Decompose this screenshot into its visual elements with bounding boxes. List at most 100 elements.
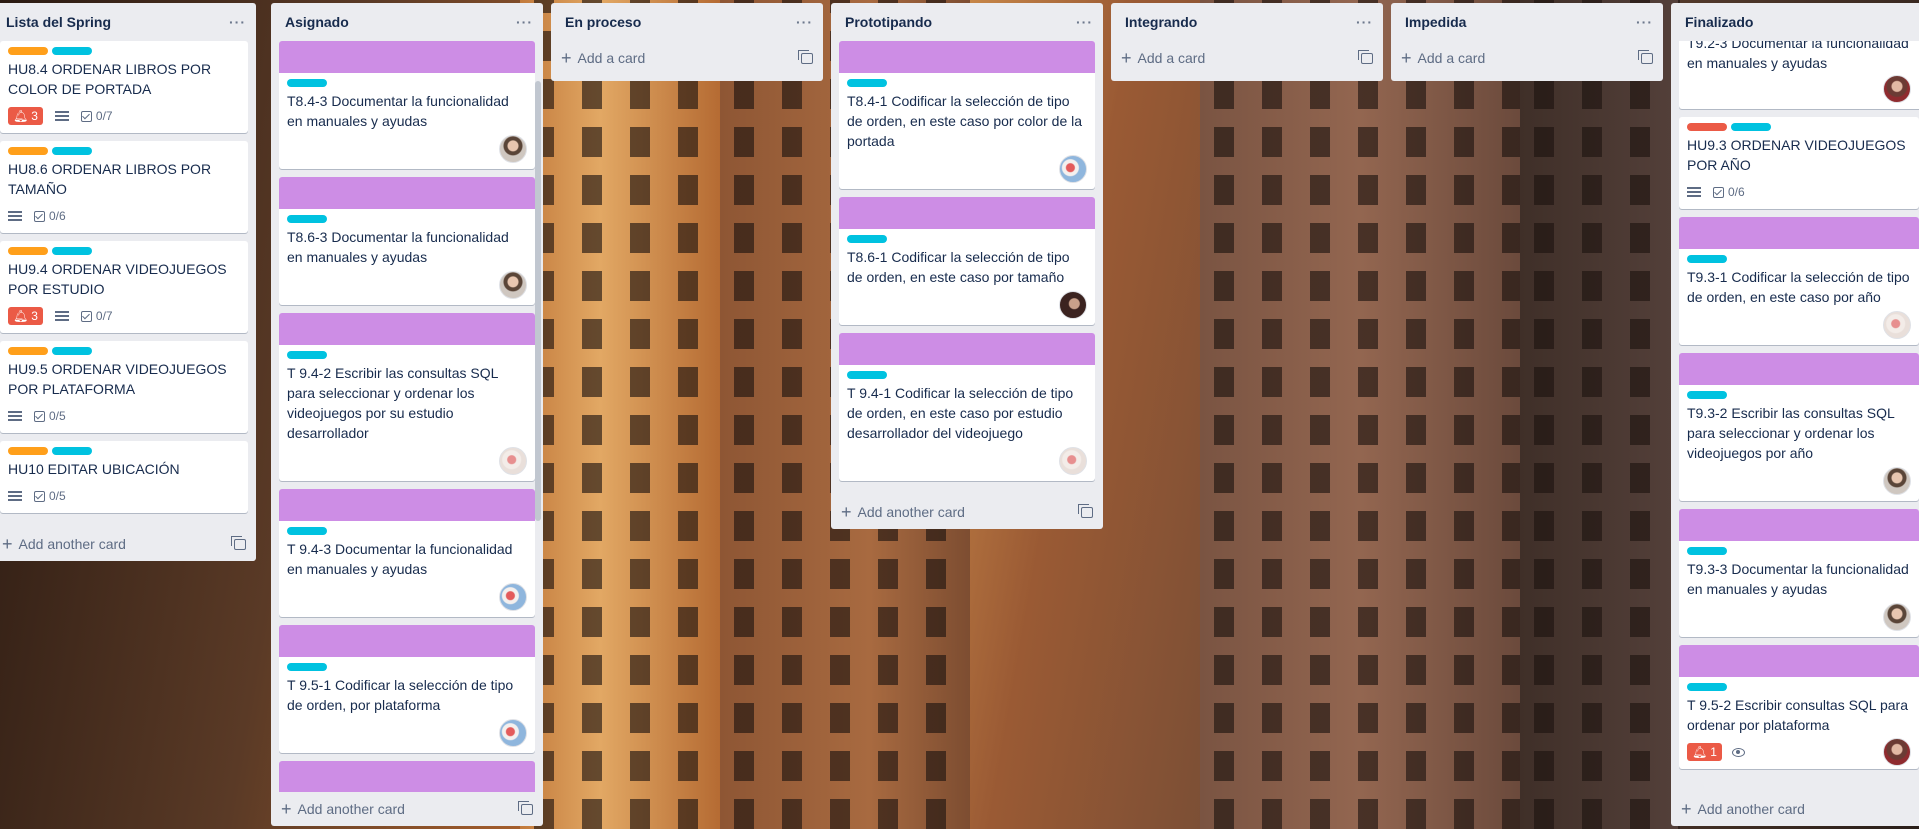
menu-dots-icon[interactable]: ··· <box>796 14 813 30</box>
label-orange[interactable] <box>8 347 48 355</box>
card-title: HU9.4 ORDENAR VIDEOJUEGOS POR ESTUDIO <box>8 261 227 297</box>
menu-dots-icon[interactable]: ··· <box>516 14 533 30</box>
card-cover <box>1679 509 1919 541</box>
menu-dots-icon[interactable]: ··· <box>1636 14 1653 30</box>
card[interactable]: HU9.3 ORDENAR VIDEOJUEGOS POR AÑO 0/6 <box>1679 117 1919 209</box>
label-sky[interactable] <box>287 527 327 535</box>
label-sky[interactable] <box>847 235 887 243</box>
label-red[interactable] <box>1687 123 1727 131</box>
card[interactable]: T 9.4-1 Codificar la selección de tipo d… <box>839 333 1095 481</box>
card[interactable]: T8.6-1 Codificar la selección de tipo de… <box>839 197 1095 325</box>
add-card-button[interactable]: + Add another card <box>831 495 1103 529</box>
label-sky[interactable] <box>287 79 327 87</box>
card[interactable]: T9.2-3 Documentar la funcionalidad en ma… <box>1679 41 1919 109</box>
card[interactable]: T8.4-3 Documentar la funcionalidad en ma… <box>279 41 535 169</box>
label-sky[interactable] <box>847 79 887 87</box>
list-en-proceso: En proceso ··· + Add a card <box>551 3 823 81</box>
list-title[interactable]: Prototipando <box>845 14 932 30</box>
label-sky[interactable] <box>52 347 92 355</box>
add-card-button[interactable]: + Add another card <box>271 792 543 826</box>
list-title[interactable]: Finalizado <box>1685 14 1753 30</box>
member-avatar[interactable] <box>499 447 527 475</box>
member-avatar[interactable] <box>1883 603 1911 631</box>
member-avatar[interactable] <box>499 135 527 163</box>
checklist-icon <box>80 310 92 322</box>
menu-dots-icon[interactable]: ··· <box>1076 14 1093 30</box>
list-title[interactable]: Impedida <box>1405 14 1466 30</box>
card[interactable]: HU10 EDITAR UBICACIÓN 0/5 <box>0 441 248 513</box>
template-icon[interactable] <box>1078 503 1093 518</box>
member-avatar[interactable] <box>499 583 527 611</box>
member-avatar[interactable] <box>1883 75 1911 103</box>
member-avatar[interactable] <box>499 271 527 299</box>
menu-dots-icon[interactable]: ··· <box>229 14 246 30</box>
menu-dots-icon[interactable]: ··· <box>1356 14 1373 30</box>
list-title[interactable]: Integrando <box>1125 14 1197 30</box>
card[interactable]: HU9.5 ORDENAR VIDEOJUEGOS POR PLATAFORMA… <box>0 341 248 433</box>
member-avatar[interactable] <box>1883 467 1911 495</box>
label-sky[interactable] <box>1687 255 1727 263</box>
card[interactable]: T9.3-3 Documentar la funcionalidad en ma… <box>1679 509 1919 637</box>
label-sky[interactable] <box>1687 391 1727 399</box>
list-title[interactable]: Lista del Spring <box>6 14 111 30</box>
add-card-button[interactable]: + Add another card <box>1671 792 1919 826</box>
checklist-badge: 0/5 <box>34 489 66 503</box>
card-list: T9.2-3 Documentar la funcionalidad en ma… <box>1671 41 1919 792</box>
member-avatar[interactable] <box>499 719 527 747</box>
add-card-button[interactable]: + Add a card <box>1391 41 1663 75</box>
member-avatar[interactable] <box>1059 447 1087 475</box>
card[interactable]: HU8.4 ORDENAR LIBROS POR COLOR DE PORTAD… <box>0 41 248 133</box>
checklist-icon <box>34 210 45 222</box>
card[interactable]: HU9.4 ORDENAR VIDEOJUEGOS POR ESTUDIO 🔔︎… <box>0 241 248 333</box>
add-card-button[interactable]: + Add a card <box>551 41 823 75</box>
label-sky[interactable] <box>52 47 92 55</box>
member-avatar[interactable] <box>1059 155 1087 183</box>
background-building <box>520 0 720 829</box>
description-badge <box>8 211 22 221</box>
label-sky[interactable] <box>847 371 887 379</box>
card[interactable]: T9.3-2 Escribir las consultas SQL para s… <box>1679 353 1919 501</box>
template-icon[interactable] <box>798 49 813 64</box>
card[interactable]: T 9.4-3 Documentar la funcionalidad en m… <box>279 489 535 617</box>
card-title: T 9.4-1 Codificar la selección de tipo d… <box>847 385 1074 441</box>
add-card-button[interactable]: + Add another card <box>0 527 256 561</box>
card-title: T8.4-3 Documentar la funcionalidad en ma… <box>287 93 509 129</box>
label-sky[interactable] <box>1687 683 1727 691</box>
label-orange[interactable] <box>8 447 48 455</box>
card[interactable]: T9.3-1 Codificar la selección de tipo de… <box>1679 217 1919 345</box>
list-lista-del-spring: Lista del Spring ··· HU8.4 ORDENAR LIBRO… <box>0 3 256 561</box>
template-icon[interactable] <box>518 800 533 815</box>
label-sky[interactable] <box>287 663 327 671</box>
member-avatar[interactable] <box>1059 291 1087 319</box>
card-title: T 9.4-3 Documentar la funcionalidad en m… <box>287 541 513 577</box>
template-icon[interactable] <box>1358 49 1373 64</box>
list-title[interactable]: En proceso <box>565 14 641 30</box>
card[interactable]: T 9.5-2 Escribir consultas SQL para orde… <box>1679 645 1919 769</box>
template-icon[interactable] <box>231 535 246 550</box>
card[interactable]: T8.6-3 Documentar la funcionalidad en ma… <box>279 177 535 305</box>
label-sky[interactable] <box>1731 123 1771 131</box>
label-sky[interactable] <box>287 351 327 359</box>
card[interactable]: T 9.4-2 Escribir las consultas SQL para … <box>279 313 535 481</box>
card[interactable]: HU8.6 ORDENAR LIBROS POR TAMAÑO 0/6 <box>0 141 248 233</box>
label-sky[interactable] <box>52 247 92 255</box>
list-title[interactable]: Asignado <box>285 14 349 30</box>
member-avatar[interactable] <box>1883 738 1911 766</box>
template-icon[interactable] <box>1638 49 1653 64</box>
label-sky[interactable] <box>52 447 92 455</box>
label-sky[interactable] <box>52 147 92 155</box>
list-header: Prototipando ··· <box>831 3 1103 41</box>
list-scrollbar[interactable] <box>535 81 541 521</box>
bell-icon: 🔔︎ <box>13 309 29 323</box>
card[interactable] <box>279 761 535 792</box>
label-orange[interactable] <box>8 147 48 155</box>
card-title: T9.3-3 Documentar la funcionalidad en ma… <box>1687 561 1909 597</box>
label-orange[interactable] <box>8 247 48 255</box>
add-card-button[interactable]: + Add a card <box>1111 41 1383 75</box>
member-avatar[interactable] <box>1883 311 1911 339</box>
card[interactable]: T 9.5-1 Codificar la selección de tipo d… <box>279 625 535 753</box>
card[interactable]: T8.4-1 Codificar la selección de tipo de… <box>839 41 1095 189</box>
label-orange[interactable] <box>8 47 48 55</box>
label-sky[interactable] <box>1687 547 1727 555</box>
label-sky[interactable] <box>287 215 327 223</box>
